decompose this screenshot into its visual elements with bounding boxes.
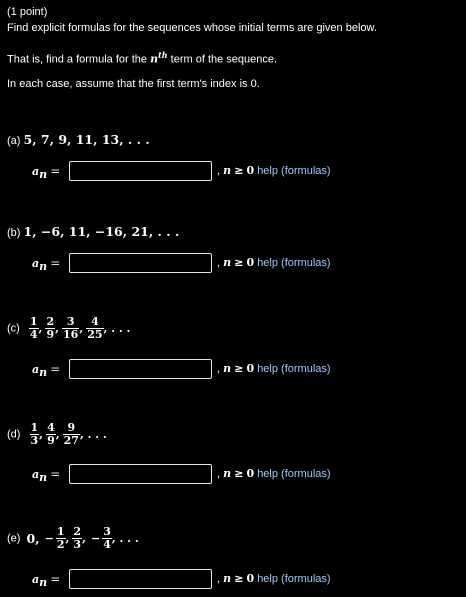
cond-ge: ≥ bbox=[234, 256, 244, 269]
part-e-ellipsis: , . . . bbox=[111, 532, 139, 545]
instruction-text-post: term of the sequence. bbox=[170, 53, 278, 66]
part-c-fraction-1: 14 bbox=[28, 315, 39, 341]
an-subscript: n bbox=[39, 168, 48, 182]
cond-ge: ≥ bbox=[234, 467, 244, 480]
equals-sign: = bbox=[50, 362, 61, 376]
part-b-help-link[interactable]: help (formulas) bbox=[257, 257, 330, 269]
an-subscript: n bbox=[39, 260, 48, 274]
part-e-minus-2: − bbox=[90, 532, 101, 545]
part-b-answer-input[interactable] bbox=[69, 253, 212, 273]
part-d-fraction-3: 9 27 bbox=[62, 421, 80, 447]
part-e-question: (e) 0, −1 2, 23, −3 4, . . . bbox=[7, 525, 139, 551]
part-b-sequence: 1, −6, 11, −16, 21, . . . bbox=[23, 224, 180, 239]
cond-zero: 0 bbox=[246, 572, 255, 585]
cond-n: n bbox=[223, 362, 232, 375]
an-subscript: n bbox=[39, 366, 48, 380]
cond-zero: 0 bbox=[246, 256, 255, 269]
cond-n: n bbox=[223, 164, 232, 177]
nth-superscript: th bbox=[158, 50, 168, 60]
part-a-help-link[interactable]: help (formulas) bbox=[257, 165, 330, 177]
part-c-fraction-2: 29 bbox=[45, 315, 56, 341]
cond-n: n bbox=[223, 467, 232, 480]
cond-comma: , bbox=[217, 468, 221, 480]
an-subscript: n bbox=[39, 471, 48, 485]
part-d-question: (d) 13, 49, 9 27, . . . bbox=[7, 421, 107, 447]
part-d-fraction-1: 13 bbox=[29, 421, 40, 447]
part-c-answer-input[interactable] bbox=[69, 359, 212, 379]
equals-sign: = bbox=[50, 256, 61, 270]
part-e-label: (e) bbox=[7, 532, 21, 545]
part-e-first-term: 0, bbox=[26, 531, 40, 546]
cond-comma: , bbox=[217, 363, 221, 375]
part-d-help-link[interactable]: help (formulas) bbox=[257, 468, 330, 480]
part-e-help-link[interactable]: help (formulas) bbox=[257, 573, 330, 585]
part-c-ellipsis: , . . . bbox=[103, 322, 131, 335]
part-b-label: (b) bbox=[7, 227, 21, 239]
instruction-line-3: In each case, assume that the first term… bbox=[7, 78, 260, 90]
part-b-question: (b) 1, −6, 11, −16, 21, . . . bbox=[7, 224, 179, 239]
equals-sign: = bbox=[50, 467, 61, 481]
cond-comma: , bbox=[217, 165, 221, 177]
instruction-line-2: That is, find a formula for the nth term… bbox=[7, 50, 277, 66]
part-a-an-label: an = bbox=[32, 164, 60, 181]
cond-ge: ≥ bbox=[234, 572, 244, 585]
part-e-fraction-1: 12 bbox=[55, 525, 66, 551]
part-a-question: (a) 5, 7, 9, 11, 13, . . . bbox=[7, 132, 150, 147]
cond-n: n bbox=[223, 572, 232, 585]
part-d-an-label: an = bbox=[32, 467, 60, 484]
cond-ge: ≥ bbox=[234, 164, 244, 177]
part-a-condition: , n ≥ 0 help (formulas) bbox=[217, 164, 331, 177]
points-label: (1 point) bbox=[7, 6, 48, 18]
part-b-condition: , n ≥ 0 help (formulas) bbox=[217, 256, 331, 269]
part-d-answer-input[interactable] bbox=[69, 464, 212, 484]
cond-zero: 0 bbox=[246, 467, 255, 480]
part-d-condition: , n ≥ 0 help (formulas) bbox=[217, 467, 331, 480]
part-a-label: (a) bbox=[7, 135, 21, 147]
part-c-help-link[interactable]: help (formulas) bbox=[257, 363, 330, 375]
nth-n: n bbox=[150, 52, 159, 66]
part-d-label: (d) bbox=[7, 428, 21, 441]
part-c-label: (c) bbox=[7, 322, 20, 335]
part-c-an-label: an = bbox=[32, 362, 60, 379]
cond-zero: 0 bbox=[246, 164, 255, 177]
part-c-fraction-4: 4 25 bbox=[86, 315, 104, 341]
part-e-an-label: an = bbox=[32, 572, 60, 589]
part-e-fraction-2: 23 bbox=[72, 525, 83, 551]
part-e-minus-1: − bbox=[44, 532, 54, 545]
part-c-question: (c) 14, 29, 3 16, 4 25, . . . bbox=[7, 315, 131, 341]
cond-comma: , bbox=[217, 257, 221, 269]
part-d-ellipsis: , . . . bbox=[79, 428, 107, 441]
instruction-line-1: Find explicit formulas for the sequences… bbox=[7, 22, 377, 34]
part-e-condition: , n ≥ 0 help (formulas) bbox=[217, 572, 331, 585]
cond-comma: , bbox=[217, 573, 221, 585]
part-c-condition: , n ≥ 0 help (formulas) bbox=[217, 362, 331, 375]
part-b-an-label: an = bbox=[32, 256, 60, 273]
part-e-fraction-3: 34 bbox=[102, 525, 112, 551]
cond-zero: 0 bbox=[246, 362, 255, 375]
part-d-fraction-2: 49 bbox=[46, 421, 56, 447]
cond-ge: ≥ bbox=[234, 362, 244, 375]
an-subscript: n bbox=[39, 576, 48, 590]
part-e-answer-input[interactable] bbox=[69, 569, 212, 589]
equals-sign: = bbox=[50, 572, 61, 586]
instruction-text-pre: That is, find a formula for the bbox=[7, 53, 148, 66]
cond-n: n bbox=[223, 256, 232, 269]
part-c-fraction-3: 3 16 bbox=[62, 315, 80, 341]
part-a-answer-input[interactable] bbox=[69, 161, 212, 181]
part-a-sequence: 5, 7, 9, 11, 13, . . . bbox=[23, 132, 150, 147]
equals-sign: = bbox=[50, 164, 61, 178]
